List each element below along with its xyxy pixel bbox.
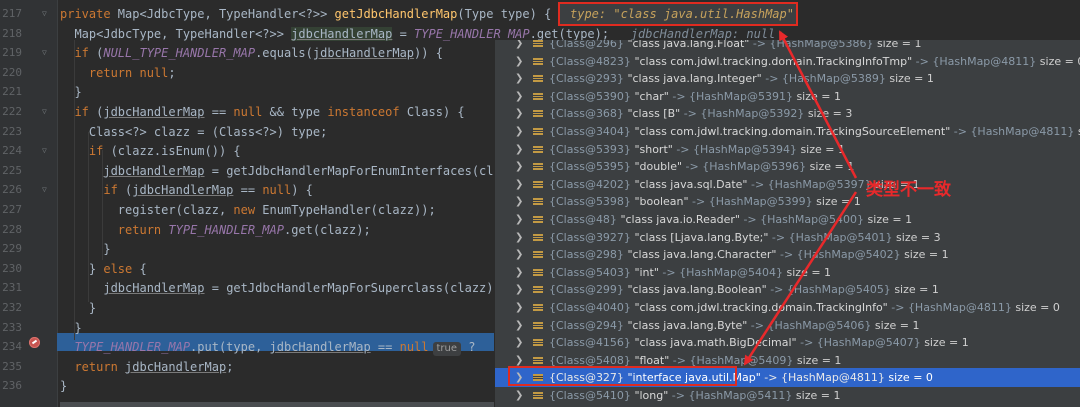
arrow-to-tooltip xyxy=(778,30,858,179)
annotation-arrows xyxy=(743,30,858,366)
arrow-to-selected-row xyxy=(743,191,858,366)
annotation-label: 类型不一致 xyxy=(866,180,951,200)
